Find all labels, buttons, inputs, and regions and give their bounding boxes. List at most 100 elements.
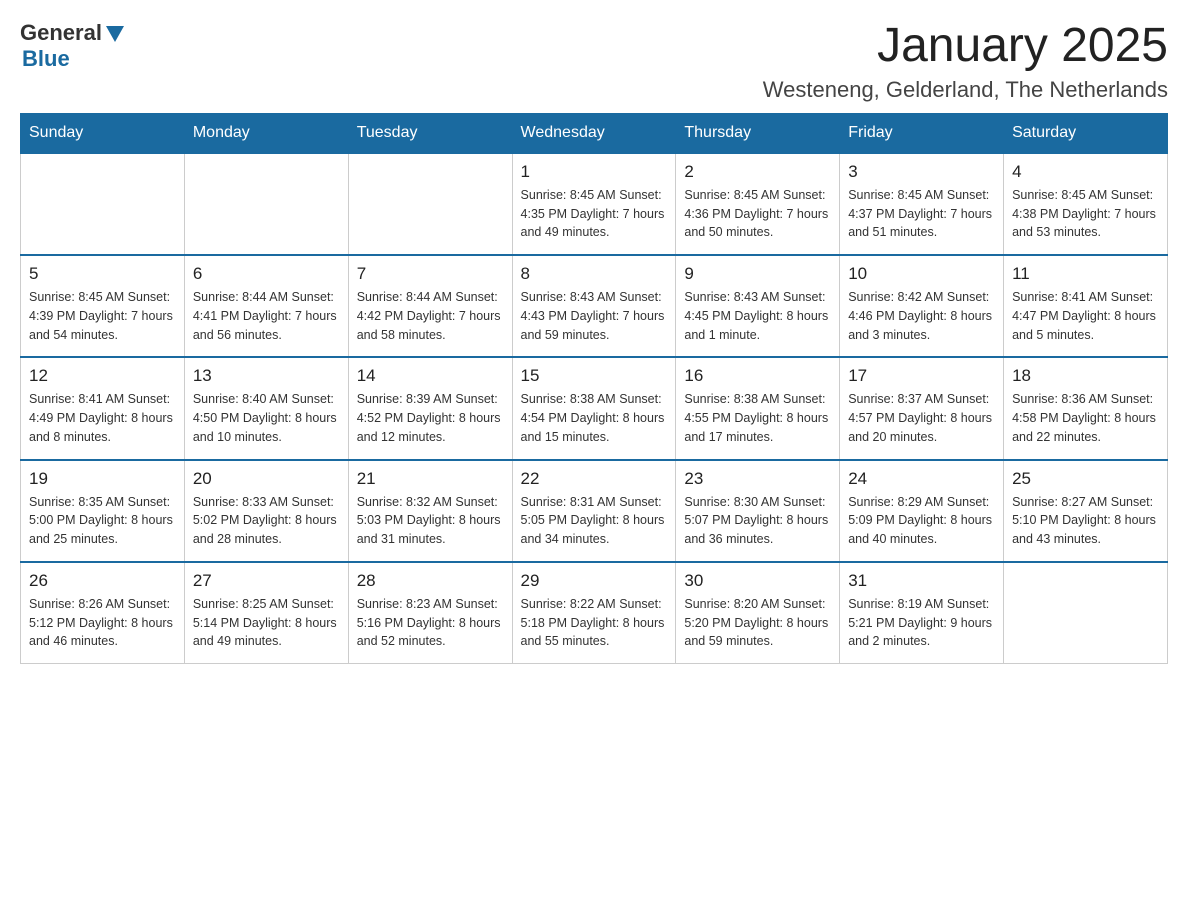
calendar-cell: 28 Sunrise: 8:23 AM Sunset: 5:16 PM Dayli…: [348, 562, 512, 664]
calendar-cell: [184, 153, 348, 255]
day-info: Sunrise: 8:45 AM Sunset: 4:35 PM Dayligh…: [521, 186, 668, 242]
header: General Blue January 2025 Westeneng, Gel…: [20, 20, 1168, 103]
day-number: 28: [357, 571, 504, 591]
logo-blue: Blue: [22, 46, 70, 72]
weekday-header-wednesday: Wednesday: [512, 113, 676, 153]
calendar-cell: 3 Sunrise: 8:45 AM Sunset: 4:37 PM Daylig…: [840, 153, 1004, 255]
day-info: Sunrise: 8:45 AM Sunset: 4:37 PM Dayligh…: [848, 186, 995, 242]
day-info: Sunrise: 8:36 AM Sunset: 4:58 PM Dayligh…: [1012, 390, 1159, 446]
calendar-cell: 4Sunrise: 8:45 AM Sunset: 4:38 PM Daylig…: [1004, 153, 1168, 255]
day-info: Sunrise: 8:22 AM Sunset: 5:18 PM Dayligh…: [521, 595, 668, 651]
day-number: 2: [684, 162, 831, 182]
calendar-cell: 14Sunrise: 8:39 AM Sunset: 4:52 PM Dayli…: [348, 357, 512, 459]
calendar-cell: 22Sunrise: 8:31 AM Sunset: 5:05 PM Dayli…: [512, 460, 676, 562]
calendar-cell: 12 Sunrise: 8:41 AM Sunset: 4:49 PM Dayli…: [21, 357, 185, 459]
weekday-header-saturday: Saturday: [1004, 113, 1168, 153]
day-number: 12: [29, 366, 176, 386]
day-number: 18: [1012, 366, 1159, 386]
day-number: 16: [684, 366, 831, 386]
day-number: 21: [357, 469, 504, 489]
weekday-header-row: SundayMondayTuesdayWednesdayThursdayFrid…: [21, 113, 1168, 153]
calendar-cell: 18 Sunrise: 8:36 AM Sunset: 4:58 PM Dayli…: [1004, 357, 1168, 459]
calendar-cell: 5 Sunrise: 8:45 AM Sunset: 4:39 PM Daylig…: [21, 255, 185, 357]
calendar-table: SundayMondayTuesdayWednesdayThursdayFrid…: [20, 113, 1168, 664]
day-info: Sunrise: 8:44 AM Sunset: 4:42 PM Dayligh…: [357, 288, 504, 344]
week-row-4: 19 Sunrise: 8:35 AM Sunset: 5:00 PM Dayli…: [21, 460, 1168, 562]
day-number: 15: [521, 366, 668, 386]
day-info: Sunrise: 8:45 AM Sunset: 4:38 PM Dayligh…: [1012, 186, 1159, 242]
day-info: Sunrise: 8:42 AM Sunset: 4:46 PM Dayligh…: [848, 288, 995, 344]
calendar-cell: 23Sunrise: 8:30 AM Sunset: 5:07 PM Dayli…: [676, 460, 840, 562]
title-area: January 2025 Westeneng, Gelderland, The …: [763, 20, 1168, 103]
day-info: Sunrise: 8:23 AM Sunset: 5:16 PM Dayligh…: [357, 595, 504, 651]
calendar-cell: [348, 153, 512, 255]
day-number: 26: [29, 571, 176, 591]
day-number: 30: [684, 571, 831, 591]
day-number: 3: [848, 162, 995, 182]
day-number: 24: [848, 469, 995, 489]
day-number: 23: [684, 469, 831, 489]
calendar-cell: 10 Sunrise: 8:42 AM Sunset: 4:46 PM Dayli…: [840, 255, 1004, 357]
calendar-cell: 27 Sunrise: 8:25 AM Sunset: 5:14 PM Dayli…: [184, 562, 348, 664]
day-info: Sunrise: 8:38 AM Sunset: 4:54 PM Dayligh…: [521, 390, 668, 446]
week-row-5: 26 Sunrise: 8:26 AM Sunset: 5:12 PM Dayli…: [21, 562, 1168, 664]
calendar-cell: 7Sunrise: 8:44 AM Sunset: 4:42 PM Daylig…: [348, 255, 512, 357]
day-info: Sunrise: 8:19 AM Sunset: 5:21 PM Dayligh…: [848, 595, 995, 651]
calendar-cell: 11 Sunrise: 8:41 AM Sunset: 4:47 PM Dayli…: [1004, 255, 1168, 357]
calendar-cell: 1Sunrise: 8:45 AM Sunset: 4:35 PM Daylig…: [512, 153, 676, 255]
day-info: Sunrise: 8:25 AM Sunset: 5:14 PM Dayligh…: [193, 595, 340, 651]
calendar-cell: 21 Sunrise: 8:32 AM Sunset: 5:03 PM Dayli…: [348, 460, 512, 562]
day-number: 29: [521, 571, 668, 591]
calendar-cell: 16 Sunrise: 8:38 AM Sunset: 4:55 PM Dayli…: [676, 357, 840, 459]
day-number: 10: [848, 264, 995, 284]
calendar-cell: [1004, 562, 1168, 664]
subtitle: Westeneng, Gelderland, The Netherlands: [763, 77, 1168, 103]
weekday-header-tuesday: Tuesday: [348, 113, 512, 153]
month-title: January 2025: [763, 20, 1168, 73]
calendar-cell: 8Sunrise: 8:43 AM Sunset: 4:43 PM Daylig…: [512, 255, 676, 357]
day-info: Sunrise: 8:20 AM Sunset: 5:20 PM Dayligh…: [684, 595, 831, 651]
day-number: 25: [1012, 469, 1159, 489]
day-info: Sunrise: 8:32 AM Sunset: 5:03 PM Dayligh…: [357, 493, 504, 549]
day-info: Sunrise: 8:41 AM Sunset: 4:49 PM Dayligh…: [29, 390, 176, 446]
day-number: 8: [521, 264, 668, 284]
weekday-header-thursday: Thursday: [676, 113, 840, 153]
day-info: Sunrise: 8:38 AM Sunset: 4:55 PM Dayligh…: [684, 390, 831, 446]
day-number: 11: [1012, 264, 1159, 284]
weekday-header-friday: Friday: [840, 113, 1004, 153]
calendar-cell: 26 Sunrise: 8:26 AM Sunset: 5:12 PM Dayli…: [21, 562, 185, 664]
logo-triangle-icon: [104, 24, 126, 44]
day-info: Sunrise: 8:35 AM Sunset: 5:00 PM Dayligh…: [29, 493, 176, 549]
calendar-cell: 13Sunrise: 8:40 AM Sunset: 4:50 PM Dayli…: [184, 357, 348, 459]
day-number: 19: [29, 469, 176, 489]
calendar-cell: 24 Sunrise: 8:29 AM Sunset: 5:09 PM Dayli…: [840, 460, 1004, 562]
day-info: Sunrise: 8:39 AM Sunset: 4:52 PM Dayligh…: [357, 390, 504, 446]
day-number: 17: [848, 366, 995, 386]
day-number: 9: [684, 264, 831, 284]
weekday-header-monday: Monday: [184, 113, 348, 153]
weekday-header-sunday: Sunday: [21, 113, 185, 153]
day-info: Sunrise: 8:29 AM Sunset: 5:09 PM Dayligh…: [848, 493, 995, 549]
week-row-3: 12 Sunrise: 8:41 AM Sunset: 4:49 PM Dayli…: [21, 357, 1168, 459]
day-number: 5: [29, 264, 176, 284]
calendar-cell: 17 Sunrise: 8:37 AM Sunset: 4:57 PM Dayli…: [840, 357, 1004, 459]
day-info: Sunrise: 8:31 AM Sunset: 5:05 PM Dayligh…: [521, 493, 668, 549]
calendar-cell: 25 Sunrise: 8:27 AM Sunset: 5:10 PM Dayli…: [1004, 460, 1168, 562]
day-info: Sunrise: 8:26 AM Sunset: 5:12 PM Dayligh…: [29, 595, 176, 651]
day-number: 27: [193, 571, 340, 591]
day-info: Sunrise: 8:27 AM Sunset: 5:10 PM Dayligh…: [1012, 493, 1159, 549]
day-info: Sunrise: 8:44 AM Sunset: 4:41 PM Dayligh…: [193, 288, 340, 344]
day-info: Sunrise: 8:37 AM Sunset: 4:57 PM Dayligh…: [848, 390, 995, 446]
calendar-cell: 6 Sunrise: 8:44 AM Sunset: 4:41 PM Daylig…: [184, 255, 348, 357]
day-number: 6: [193, 264, 340, 284]
day-info: Sunrise: 8:43 AM Sunset: 4:45 PM Dayligh…: [684, 288, 831, 344]
calendar-cell: 29 Sunrise: 8:22 AM Sunset: 5:18 PM Dayli…: [512, 562, 676, 664]
week-row-1: 1Sunrise: 8:45 AM Sunset: 4:35 PM Daylig…: [21, 153, 1168, 255]
logo: General Blue: [20, 20, 126, 72]
day-info: Sunrise: 8:45 AM Sunset: 4:39 PM Dayligh…: [29, 288, 176, 344]
calendar-cell: 20Sunrise: 8:33 AM Sunset: 5:02 PM Dayli…: [184, 460, 348, 562]
logo-general: General: [20, 20, 102, 46]
day-info: Sunrise: 8:41 AM Sunset: 4:47 PM Dayligh…: [1012, 288, 1159, 344]
calendar-cell: [21, 153, 185, 255]
day-info: Sunrise: 8:45 AM Sunset: 4:36 PM Dayligh…: [684, 186, 831, 242]
